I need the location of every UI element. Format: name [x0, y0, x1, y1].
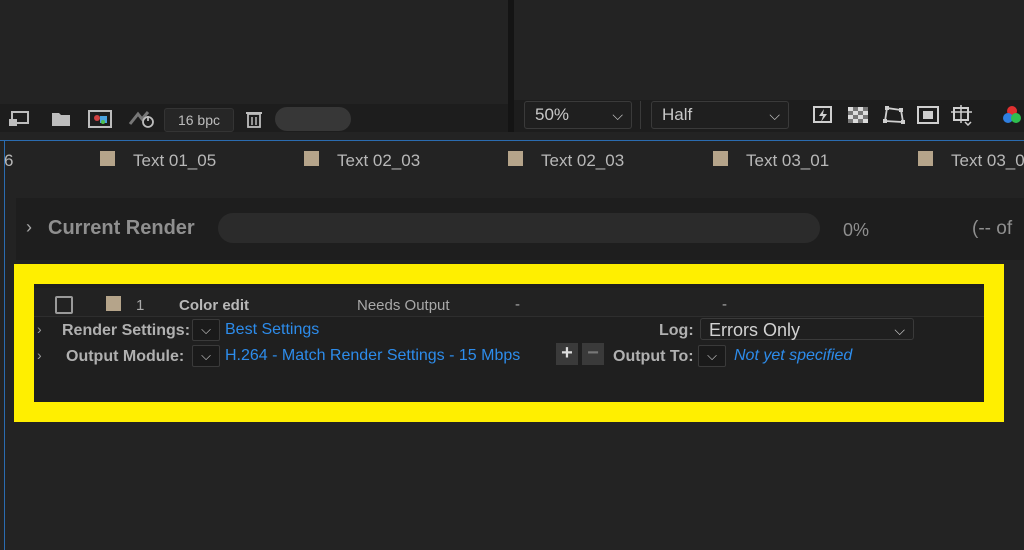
tab-composition[interactable]: Text 01_05 [133, 151, 216, 171]
render-progress-percent: 0% [843, 220, 870, 240]
fast-previews-icon[interactable] [812, 104, 836, 126]
label-color-swatch [100, 151, 115, 166]
label-color-swatch [508, 151, 523, 166]
toolbar-divider [640, 101, 641, 129]
trash-icon[interactable] [243, 110, 265, 128]
channels-icon[interactable] [1000, 104, 1024, 126]
guides-grid-icon[interactable] [950, 104, 974, 127]
label-color-swatch [918, 151, 933, 166]
mask-path-icon[interactable] [882, 104, 906, 126]
tab-composition[interactable]: Text 02_03 [337, 151, 420, 171]
bit-depth-button[interactable]: 16 bpc [164, 108, 234, 132]
label-color-swatch [713, 151, 728, 166]
resolution-dropdown[interactable]: Half ⌵ [651, 101, 789, 129]
composition-viewer [514, 0, 1024, 100]
project-search-field[interactable] [275, 107, 351, 131]
region-of-interest-icon[interactable] [916, 104, 940, 126]
magnification-dropdown[interactable]: 50% ⌵ [524, 101, 632, 129]
resolution-value: Half [662, 105, 693, 124]
project-panel [0, 0, 480, 104]
chevron-down-icon: ⌵ [769, 107, 780, 123]
tab-composition[interactable]: Text 02_03 [541, 151, 624, 171]
chevron-down-icon: ⌵ [612, 107, 623, 123]
flowchart-icon[interactable] [128, 110, 156, 128]
chevron-right-icon[interactable]: › [26, 217, 32, 238]
current-render-label: Current Render [48, 217, 195, 239]
interpret-footage-icon[interactable] [8, 110, 30, 128]
transparency-grid-icon[interactable] [846, 104, 870, 126]
label-color-swatch [304, 151, 319, 166]
tab-composition[interactable]: Text 03_0 [951, 151, 1024, 171]
render-progress-count: (-- of [972, 218, 1013, 239]
tab-partial[interactable]: 6 [4, 151, 13, 171]
tab-composition[interactable]: Text 03_01 [746, 151, 829, 171]
panel-focus-border [4, 140, 5, 550]
new-composition-icon[interactable] [87, 110, 113, 128]
magnification-value: 50% [535, 105, 570, 124]
new-folder-icon[interactable] [50, 110, 72, 128]
highlight-box [14, 264, 1004, 422]
render-progress-bar [218, 213, 820, 243]
project-toolbar [0, 104, 508, 132]
